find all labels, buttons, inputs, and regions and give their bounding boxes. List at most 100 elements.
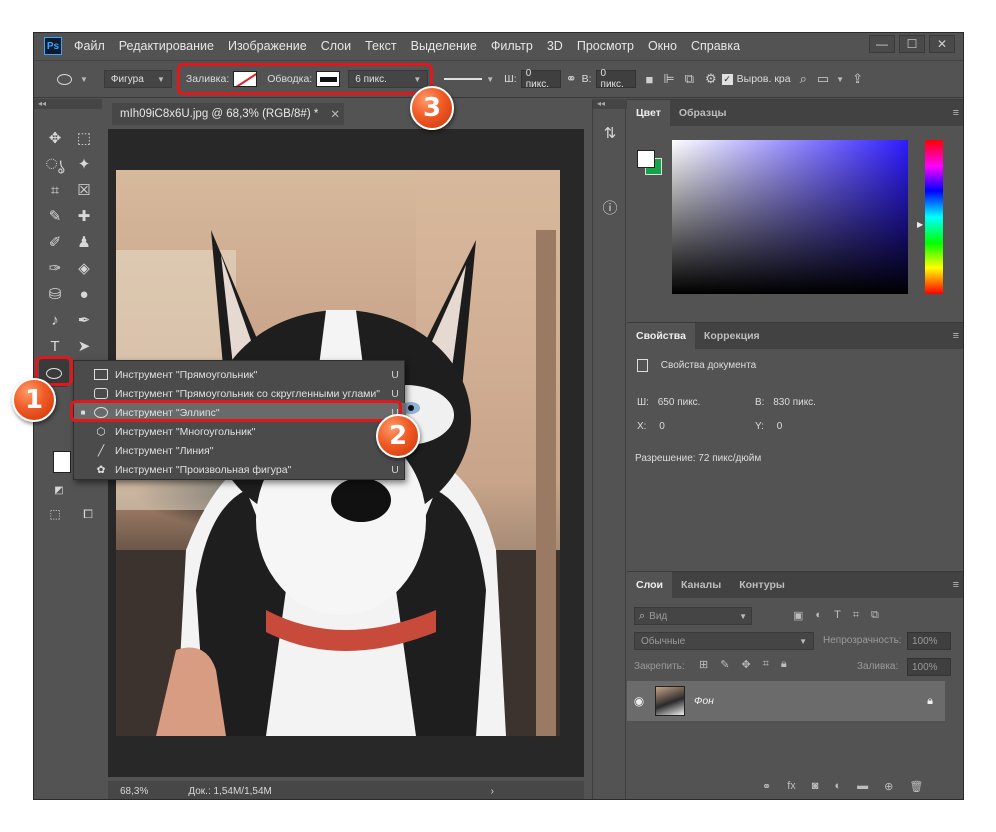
flyout-custom-shape-tool[interactable]: ✿ Инструмент "Произвольная фигура" U (74, 460, 406, 479)
info-panel-icon[interactable]: ⓘ (598, 195, 622, 219)
close-icon[interactable]: ✕ (330, 107, 340, 121)
foreground-color-chip[interactable] (637, 150, 655, 168)
rect-marquee-icon[interactable]: ⬚ (72, 127, 96, 149)
lock-artboard-icon[interactable]: ⌗ (763, 658, 769, 671)
share-icon[interactable]: ⇪ (852, 71, 863, 87)
foreground-color-swatch[interactable] (53, 451, 71, 473)
shape-mode-select[interactable]: Фигура ▼ (103, 70, 172, 88)
blur-icon[interactable]: ● (72, 283, 96, 305)
menu-window[interactable]: Окно (648, 39, 677, 53)
image-filter-icon[interactable]: ▣ (793, 609, 803, 622)
chevron-down-icon[interactable]: ▼ (836, 75, 844, 84)
chevron-down-icon[interactable]: ▼ (80, 75, 88, 84)
path-selection-icon[interactable]: ➤ (72, 335, 96, 357)
default-colors-icon[interactable]: ◩ (47, 479, 71, 501)
lock-position-icon[interactable]: ✥ (741, 658, 750, 671)
paint-bucket-icon[interactable]: ⛁ (43, 283, 67, 305)
screen-mode-icon[interactable]: ⧠ (76, 503, 100, 525)
fx-icon[interactable]: fx (787, 780, 796, 793)
adjustment-filter-icon[interactable]: ◐ (815, 609, 822, 622)
height-input[interactable]: 0 пикс. (595, 68, 636, 90)
menu-layers[interactable]: Слои (321, 39, 351, 53)
tab-paths[interactable]: Контуры (730, 572, 794, 598)
path-arrangement-icon[interactable]: ⧉ (685, 71, 694, 87)
quick-mask-icon[interactable]: ⬚ (43, 503, 67, 525)
tab-color[interactable]: Цвет (627, 100, 670, 126)
tool-preset-picker[interactable] (50, 68, 78, 90)
add-mask-icon[interactable]: ◙ (812, 780, 819, 793)
move-tool-icon[interactable]: ✥ (43, 127, 67, 149)
new-layer-icon[interactable]: ⊕ (884, 780, 893, 793)
eyedropper-icon[interactable]: ✎ (43, 205, 67, 227)
flyout-polygon-tool[interactable]: ⬡ Инструмент "Многоугольник" U (74, 422, 406, 441)
fill-input[interactable]: 100% (907, 658, 951, 676)
collapse-toolbar-icon[interactable]: ◂◂ (34, 99, 102, 109)
chevron-down-icon[interactable]: ▼ (486, 75, 494, 84)
link-icon[interactable]: ⚭ (566, 71, 577, 87)
eye-icon[interactable]: ◉ (627, 694, 651, 708)
smart-object-filter-icon[interactable]: ⧉ (871, 609, 879, 622)
menu-image[interactable]: Изображение (228, 39, 307, 53)
lock-icon[interactable]: 🔒︎ (927, 695, 933, 708)
menu-file[interactable]: Файл (74, 39, 105, 53)
clone-stamp-icon[interactable]: ♟ (72, 231, 96, 253)
stroke-type-picker[interactable] (444, 78, 483, 80)
crop-icon[interactable]: ⌗ (43, 179, 67, 201)
gear-icon[interactable]: ⚙ (705, 71, 717, 87)
menu-filter[interactable]: Фильтр (491, 39, 533, 53)
path-alignment-icon[interactable]: ⊫ (663, 71, 674, 87)
blend-mode-select[interactable]: Обычные ▼ (634, 632, 814, 650)
hue-pointer-icon[interactable]: ▶ (917, 220, 923, 229)
type-filter-icon[interactable]: T (834, 609, 841, 622)
new-adjustment-icon[interactable]: ◐ (834, 780, 841, 793)
pen-icon[interactable]: ✒ (72, 309, 96, 331)
menu-view[interactable]: Просмотр (577, 39, 634, 53)
tab-adjustments[interactable]: Коррекция (695, 323, 769, 349)
link-layers-icon[interactable]: ⚭ (762, 780, 771, 793)
lasso-icon[interactable]: ൃ (43, 153, 67, 175)
menu-type[interactable]: Текст (365, 39, 396, 53)
lock-all-icon[interactable]: 🔒︎ (781, 658, 787, 671)
menu-edit[interactable]: Редактирование (119, 39, 214, 53)
minimize-button[interactable]: — (869, 35, 895, 53)
tab-channels[interactable]: Каналы (672, 572, 730, 598)
shape-filter-icon[interactable]: ⌗ (853, 609, 859, 622)
history-panel-icon[interactable]: ⇅ (598, 121, 622, 145)
dodge-icon[interactable]: ♪ (43, 309, 67, 331)
tab-properties[interactable]: Свойства (627, 323, 695, 349)
collapse-strip-icon[interactable]: ◂◂ (593, 99, 627, 109)
healing-brush-icon[interactable]: ✚ (72, 205, 96, 227)
maximize-button[interactable]: ☐ (899, 35, 925, 53)
eraser-icon[interactable]: ◈ (72, 257, 96, 279)
menu-3d[interactable]: 3D (547, 39, 563, 53)
zoom-level[interactable]: 68,3% (120, 786, 148, 797)
flyout-rectangle-tool[interactable]: Инструмент "Прямоугольник" U (74, 365, 406, 384)
menu-select[interactable]: Выделение (411, 39, 477, 53)
flyout-line-tool[interactable]: ╱ Инструмент "Линия" U (74, 441, 406, 460)
hue-slider[interactable] (925, 140, 943, 294)
history-brush-icon[interactable]: ✑ (43, 257, 67, 279)
trash-icon[interactable]: 🗑︎ (909, 780, 923, 793)
new-group-icon[interactable]: ▬ (857, 780, 868, 793)
color-picker-field[interactable] (672, 140, 908, 294)
workspace-icon[interactable]: ▭ (817, 71, 829, 87)
chevron-right-icon[interactable]: › (491, 786, 494, 797)
panel-menu-icon[interactable]: ≡ (953, 107, 959, 119)
document-tab[interactable]: mIh09iC8x6U.jpg @ 68,3% (RGB/8#) * ✕ (112, 103, 344, 125)
panel-menu-icon[interactable]: ≡ (953, 579, 959, 591)
lock-transparency-icon[interactable]: ⊞ (699, 658, 708, 671)
type-tool-icon[interactable]: T (43, 335, 67, 357)
close-button[interactable]: ✕ (929, 35, 955, 53)
search-icon[interactable]: ⌕ (800, 71, 807, 87)
frame-icon[interactable]: ☒ (72, 179, 96, 201)
align-edges-checkbox[interactable]: ✓ (721, 73, 733, 85)
document-info[interactable]: Док.: 1,54M/1,54M (188, 786, 272, 797)
lock-pixels-icon[interactable]: ✎ (720, 658, 729, 671)
tab-swatches[interactable]: Образцы (670, 100, 736, 126)
layer-filter-select[interactable]: ⌕ Вид ▼ (634, 607, 752, 625)
panel-menu-icon[interactable]: ≡ (953, 330, 959, 342)
menu-help[interactable]: Справка (691, 39, 740, 53)
path-operations-icon[interactable]: ■ (646, 72, 654, 87)
layer-row-background[interactable]: ◉ Фон 🔒︎ (627, 681, 945, 721)
width-input[interactable]: 0 пикс. (520, 68, 561, 90)
